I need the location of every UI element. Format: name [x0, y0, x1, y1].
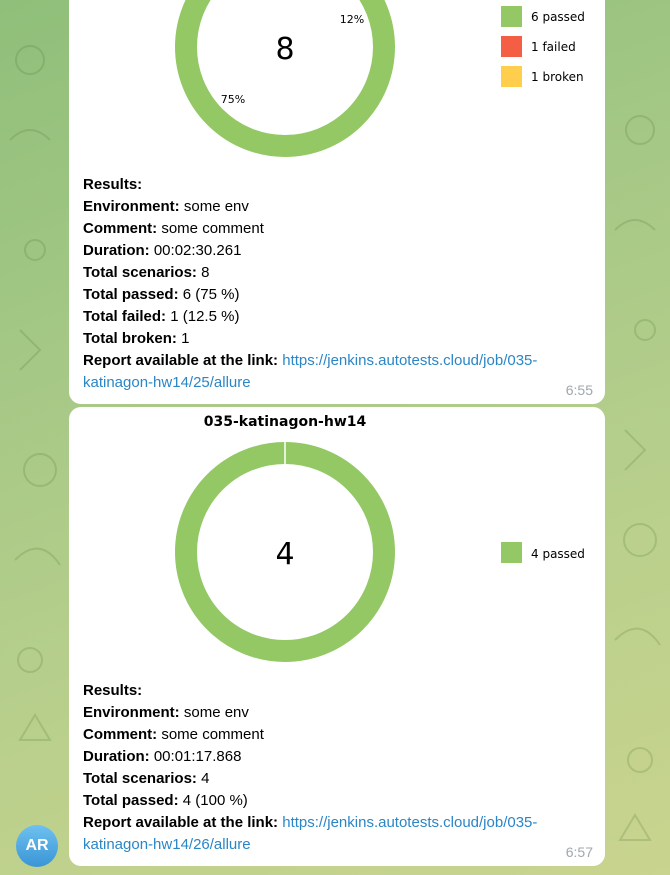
message-bubble: 8 12% 75% 6 passed 1 failed 1 broken Res…: [69, 0, 605, 404]
pie-chart: 8 12% 75% 6 passed 1 failed 1 broken: [175, 0, 585, 157]
duration-line: Duration: 00:01:17.868: [83, 748, 242, 765]
legend-label-passed: 4 passed: [531, 547, 585, 561]
message-bubble: 035-katinagon-hw14 4 4 passed Results: E…: [69, 407, 605, 866]
results-heading: Results:: [83, 176, 143, 193]
chart-title: 035-katinagon-hw14: [204, 414, 367, 430]
environment-line: Environment: some env: [83, 198, 249, 215]
total-scenarios-line: Total scenarios: 8: [83, 264, 210, 281]
pie-chart: 035-katinagon-hw14 4 4 passed: [175, 414, 585, 662]
total-failed-line: Total failed: 1 (12.5 %): [83, 308, 240, 325]
total-scenarios-line: Total scenarios: 4: [83, 770, 210, 787]
chart-center-count: 8: [275, 32, 294, 67]
legend-label-failed: 1 failed: [531, 40, 576, 54]
message-time: 6:55: [565, 382, 593, 398]
legend-swatch-passed: [501, 542, 522, 563]
results-heading: Results:: [83, 682, 143, 699]
legend-label-broken: 1 broken: [531, 70, 584, 84]
total-passed-line: Total passed: 6 (75 %): [83, 286, 240, 303]
legend-swatch-failed: [501, 36, 522, 57]
chart-center-count: 4: [275, 537, 294, 572]
message-time: 6:57: [565, 844, 593, 860]
avatar[interactable]: AR: [16, 825, 58, 867]
pct-label-passed: 75%: [221, 93, 245, 106]
message-caption: Results: Environment: some env Comment: …: [83, 174, 591, 394]
comment-line: Comment: some comment: [83, 220, 264, 237]
pct-label-failed: 12%: [340, 13, 364, 26]
legend-swatch-broken: [501, 66, 522, 87]
report-line: Report available at the link: https://je…: [83, 352, 538, 391]
total-broken-line: Total broken: 1: [83, 330, 190, 347]
duration-line: Duration: 00:02:30.261: [83, 242, 242, 259]
environment-line: Environment: some env: [83, 704, 249, 721]
total-passed-line: Total passed: 4 (100 %): [83, 792, 248, 809]
message-caption: Results: Environment: some env Comment: …: [83, 680, 591, 856]
report-line: Report available at the link: https://je…: [83, 814, 538, 853]
legend-label-passed: 6 passed: [531, 10, 585, 24]
legend-swatch-passed: [501, 6, 522, 27]
allure-chart: 035-katinagon-hw14 4 4 passed: [69, 407, 605, 687]
comment-line: Comment: some comment: [83, 726, 264, 743]
